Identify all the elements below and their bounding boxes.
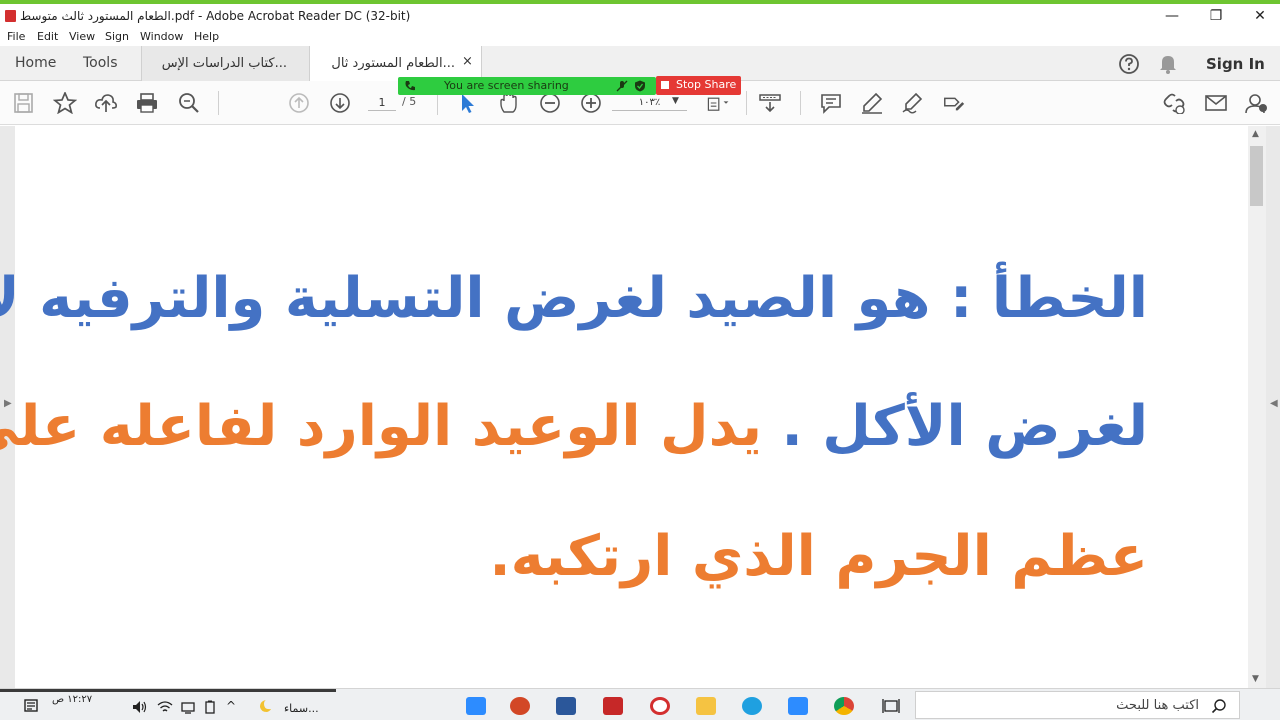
doc-line-2: لغرض الأكل . يدل الوعيد الوارد لفاعله عل… (0, 394, 1148, 459)
file-explorer-icon[interactable] (696, 697, 716, 715)
page-number-input[interactable] (368, 95, 396, 111)
acrobat-app-icon (5, 10, 16, 22)
search-icon[interactable] (1211, 698, 1227, 714)
clock-time[interactable]: ١٢:٢٧ ص (52, 694, 92, 705)
bell-icon[interactable] (1158, 53, 1178, 75)
document-viewport[interactable]: ▶ الخطأ : هو الصيد لغرض التسلية والترفيه… (0, 126, 1280, 688)
zoom-app-icon[interactable] (466, 697, 486, 715)
zoom-in-icon[interactable] (579, 92, 603, 114)
doc-line-3: عظم الجرم الذي ارتكبه. (489, 524, 1148, 589)
toolbar-separator (746, 91, 747, 115)
sign-in-button[interactable]: Sign In (1206, 55, 1265, 73)
mail-icon[interactable] (1204, 92, 1228, 114)
page-down-icon[interactable] (328, 92, 352, 114)
windows-taskbar: ١٢:٢٧ ص ^ سماء... اكتب هنا للبحث (0, 688, 1280, 720)
scrollbar-thumb[interactable] (1250, 146, 1263, 206)
record-icon[interactable] (650, 697, 670, 715)
weather-label[interactable]: سماء... (284, 702, 319, 715)
tab-tools[interactable]: Tools (83, 55, 118, 71)
fit-page-icon[interactable] (706, 92, 730, 114)
toolbar-separator (800, 91, 801, 115)
zoom-out-icon[interactable] (538, 92, 562, 114)
menu-file[interactable]: File (7, 30, 25, 43)
screen-sharing-banner: You are screen sharing (398, 77, 656, 95)
notification-icon[interactable] (24, 699, 38, 713)
vertical-scrollbar[interactable]: ▲ ▼ (1248, 126, 1266, 688)
stop-share-button[interactable]: Stop Share (656, 76, 741, 95)
menu-window[interactable]: Window (140, 30, 183, 43)
edge-icon[interactable] (742, 697, 762, 715)
screen-sharing-text: You are screen sharing (444, 79, 569, 92)
doc-line-2-blue: لغرض الأكل . (781, 394, 1148, 459)
star-icon[interactable] (53, 92, 77, 114)
select-cursor-icon[interactable] (456, 92, 480, 114)
taskbar-search-box[interactable]: اكتب هنا للبحث (915, 691, 1240, 719)
scroll-mode-icon[interactable] (758, 92, 782, 114)
sign-icon[interactable] (901, 92, 925, 114)
stop-share-label: Stop Share (676, 78, 737, 91)
menu-help[interactable]: Help (194, 30, 219, 43)
menu-bar: File Edit View Sign Window Help (0, 28, 1280, 46)
doc-tab-label: كتاب الدراسات الإس... (161, 56, 287, 71)
tab-close-icon[interactable]: × (462, 54, 473, 69)
wifi-icon[interactable] (157, 700, 173, 714)
scroll-down-icon[interactable]: ▼ (1252, 674, 1259, 684)
window-title: الطعام المستورد ثالث متوسط.pdf - Adobe A… (20, 9, 411, 23)
menu-view[interactable]: View (69, 30, 95, 43)
powerpoint-icon[interactable] (510, 697, 530, 715)
doc-tab-islamic-studies[interactable]: كتاب الدراسات الإس... (141, 46, 310, 81)
restore-button[interactable]: ❐ (1196, 6, 1236, 26)
volume-icon[interactable] (132, 700, 148, 714)
toolbar-separator (218, 91, 219, 115)
menu-edit[interactable]: Edit (37, 30, 58, 43)
save-icon[interactable] (12, 92, 36, 114)
hand-icon[interactable] (497, 92, 521, 114)
acrobat-taskbar-icon[interactable] (603, 697, 623, 715)
zoom-dropdown-caret[interactable]: ▼ (672, 96, 679, 106)
show-hidden-icons-icon[interactable]: ^ (226, 699, 236, 713)
doc-tab-label: الطعام المستورد ثال... (331, 56, 455, 71)
right-panel-toggle-icon[interactable]: ◀ (1270, 398, 1278, 409)
network-icon[interactable] (180, 700, 196, 714)
upload-icon[interactable] (94, 92, 118, 114)
loading-progress-bar (0, 689, 336, 692)
phone-icon (405, 81, 415, 91)
edit-icon[interactable] (942, 92, 966, 114)
account-icon[interactable] (1244, 92, 1268, 114)
chrome-icon[interactable] (834, 697, 854, 715)
help-icon[interactable] (1118, 53, 1140, 75)
doc-line-2-orange: يدل الوعيد الوارد لفاعله على (0, 394, 782, 459)
menu-sign[interactable]: Sign (105, 30, 129, 43)
shield-check-icon (635, 80, 645, 92)
word-icon[interactable] (556, 697, 576, 715)
search-zoom-icon[interactable] (177, 92, 201, 114)
task-view-icon[interactable] (882, 698, 900, 714)
page-total: / 5 (402, 95, 417, 108)
close-window-button[interactable]: ✕ (1240, 6, 1280, 26)
search-placeholder: اكتب هنا للبحث (1116, 698, 1199, 713)
pdf-page: الخطأ : هو الصيد لغرض التسلية والترفيه ل… (0, 126, 1248, 688)
highlight-icon[interactable] (860, 92, 884, 114)
tab-home[interactable]: Home (15, 55, 56, 71)
battery-icon[interactable] (204, 700, 216, 714)
tab-bar: Home Tools كتاب الدراسات الإس... الطعام … (0, 46, 1280, 82)
page-up-icon[interactable] (287, 92, 311, 114)
scroll-up-icon[interactable]: ▲ (1252, 129, 1259, 139)
print-icon[interactable] (135, 92, 159, 114)
zoom-meeting-icon[interactable] (788, 697, 808, 715)
weather-moon-icon (260, 700, 271, 712)
comment-icon[interactable] (819, 92, 843, 114)
stop-square-icon (661, 81, 669, 89)
minimize-button[interactable]: — (1152, 6, 1192, 26)
doc-line-1: الخطأ : هو الصيد لغرض التسلية والترفيه ل… (0, 266, 1148, 331)
share-link-icon[interactable] (1162, 92, 1186, 114)
title-bar: الطعام المستورد ثالث متوسط.pdf - Adobe A… (0, 4, 1280, 28)
mic-muted-icon[interactable] (616, 80, 628, 92)
